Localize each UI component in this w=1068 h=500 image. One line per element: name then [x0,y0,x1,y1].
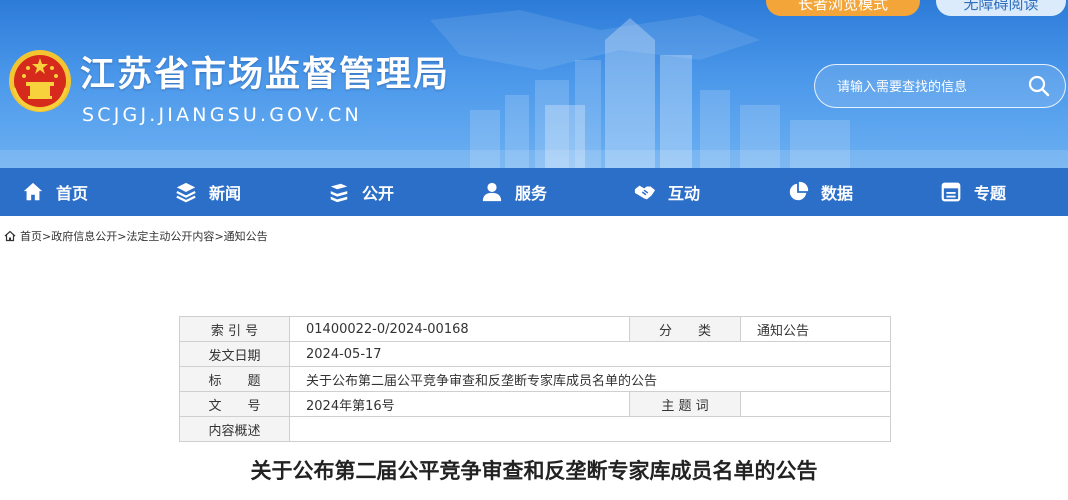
table-row: 文 号 2024年第16号 主 题 词 [179,391,891,417]
nav-item-interact[interactable]: 互动 [634,168,700,216]
main-nav: 首页 新闻 公开 服务 互动 数据 专题 [0,168,1068,216]
article-title: 关于公布第二届公平竞争审查和反垄断专家库成员名单的公告 [250,459,818,483]
summary-value [289,416,891,442]
doc-number-label: 文 号 [179,391,290,417]
user-icon [482,182,502,202]
nav-item-label: 数据 [821,184,854,203]
nav-item-label: 首页 [56,184,89,203]
site-title: 江苏省市场监督管理局 [80,55,451,95]
elder-mode-button[interactable]: 长者浏览模式 [766,0,920,16]
breadcrumb: 首页 > 政府信息公开 > 法定主动公开内容 > 通知公告 [4,228,268,244]
nav-item-data[interactable]: 数据 [787,168,853,216]
nav-item-news[interactable]: 新闻 [175,168,241,216]
keywords-label: 主 题 词 [629,391,741,417]
index-label: 索 引 号 [179,316,290,342]
accessible-reading-button[interactable]: 无障碍阅读 [936,0,1066,16]
window-icon [941,182,961,202]
table-row: 索 引 号 01400022-0/2024-00168 分 类 通知公告 [179,316,891,342]
nav-item-public[interactable]: 公开 [328,168,394,216]
nav-item-label: 互动 [668,184,701,203]
layers-icon [176,182,196,203]
pie-chart-icon [789,181,809,201]
breadcrumb-statutory[interactable]: 法定主动公开内容 [126,228,214,244]
breadcrumb-home[interactable]: 首页 [20,228,42,244]
nav-item-topics[interactable]: 专题 [940,168,1006,216]
site-domain: SCJGJ.JIANGSU.GOV.CN [82,104,362,126]
home-icon [23,182,43,201]
breadcrumb-separator: > [117,229,127,243]
nav-item-label: 专题 [974,184,1007,203]
category-label: 分 类 [629,316,741,342]
table-row: 发文日期 2024-05-17 [179,341,891,367]
doc-number-value: 2024年第16号 [289,391,630,417]
table-row: 内容概述 [179,416,891,442]
nav-item-label: 服务 [515,184,548,203]
home-icon [4,230,16,242]
table-row: 标 题 关于公布第二届公平竞争审查和反垄断专家库成员名单的公告 [179,366,891,392]
nav-item-service[interactable]: 服务 [481,168,547,216]
category-value: 通知公告 [740,316,891,342]
handshake-icon [634,185,656,200]
breadcrumb-gov-info[interactable]: 政府信息公开 [51,228,117,244]
title-value: 关于公布第二届公平竞争审查和反垄断专家库成员名单的公告 [289,366,891,392]
document-meta-table: 索 引 号 01400022-0/2024-00168 分 类 通知公告 发文日… [179,316,891,442]
nav-item-label: 新闻 [209,184,242,203]
keywords-value [740,391,891,417]
breadcrumb-separator: > [214,229,224,243]
title-label: 标 题 [179,366,290,392]
breadcrumb-separator: > [42,229,52,243]
nav-item-home[interactable]: 首页 [22,168,88,216]
nav-item-label: 公开 [362,184,395,203]
summary-label: 内容概述 [179,416,290,442]
index-value: 01400022-0/2024-00168 [289,316,630,342]
breadcrumb-notices[interactable]: 通知公告 [224,228,268,244]
stack-icon [330,183,348,203]
search-box [814,64,1066,108]
search-icon[interactable] [1027,74,1051,98]
date-label: 发文日期 [179,341,290,367]
date-value: 2024-05-17 [289,341,891,367]
search-input[interactable] [835,75,1019,99]
national-emblem-icon [9,50,71,112]
site-header: 长者浏览模式 无障碍阅读 江苏省市场监督管理局 SCJGJ.JIANGSU.GO… [0,0,1068,168]
